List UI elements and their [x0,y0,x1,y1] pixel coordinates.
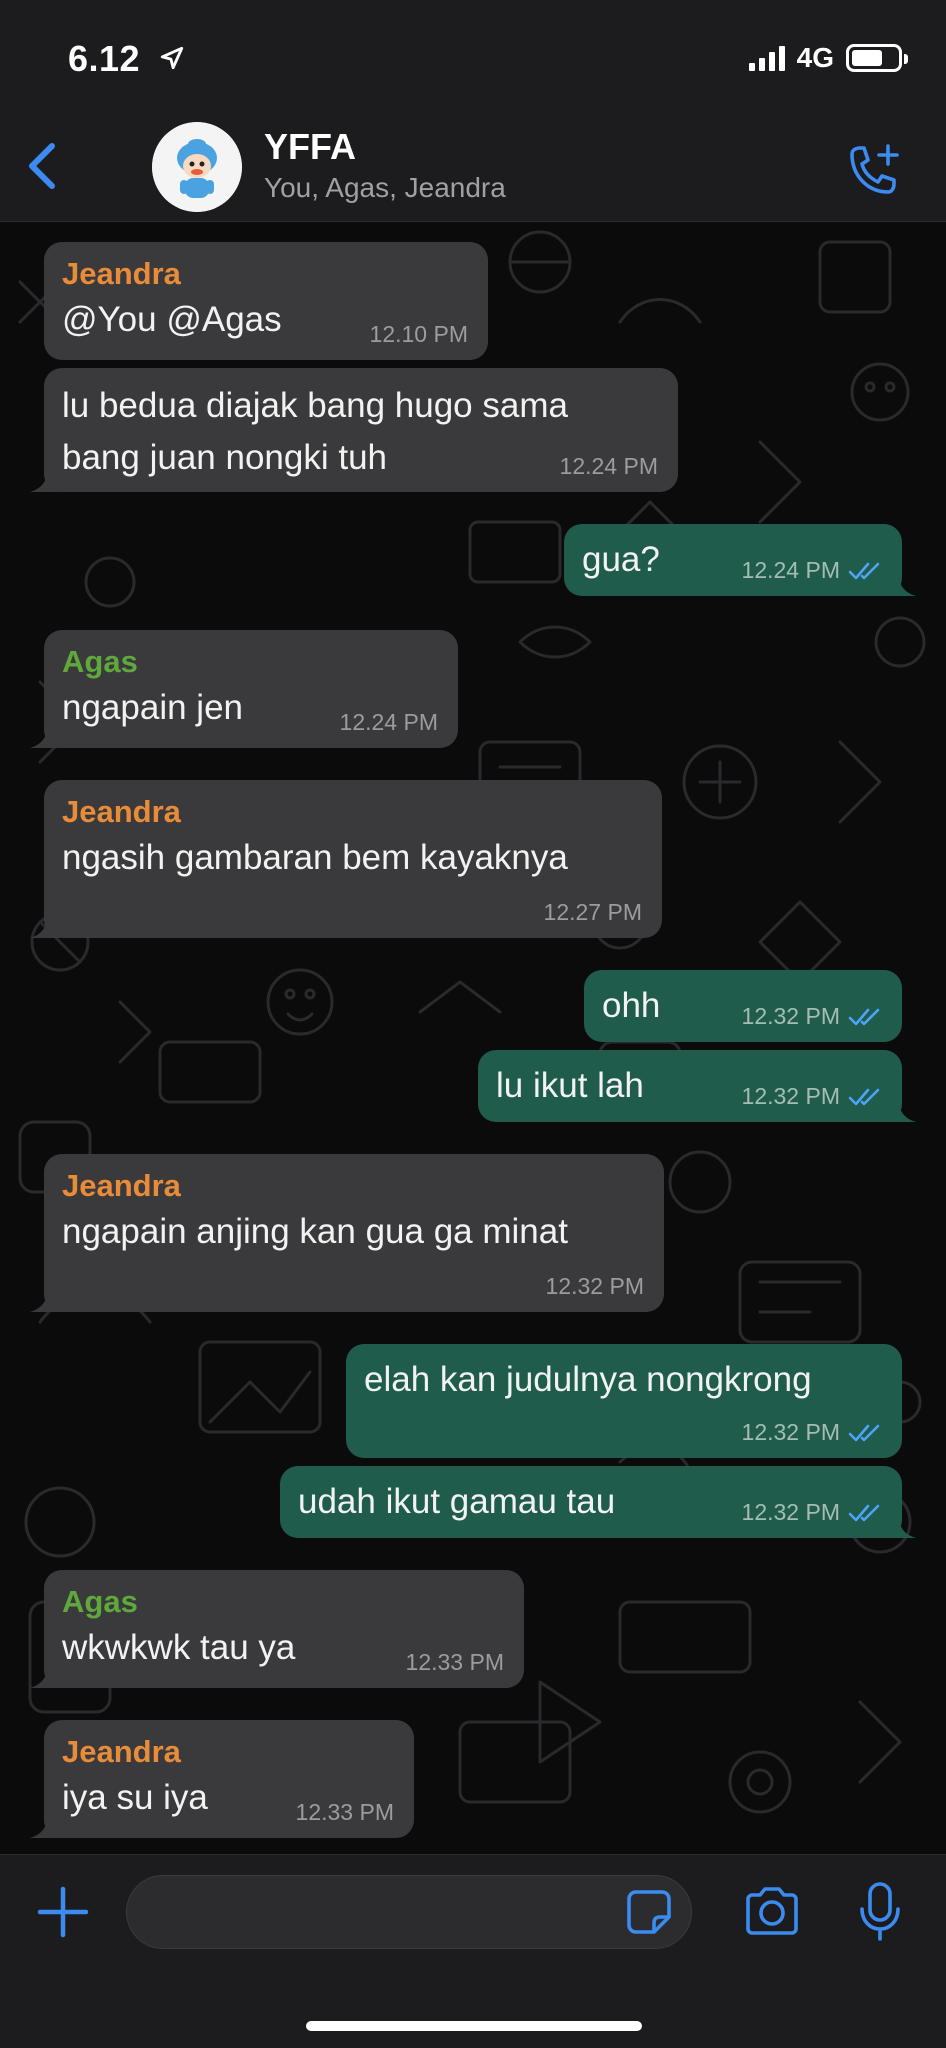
chat-header: YFFA You, Agas, Jeandra [0,110,946,222]
message-meta: 12.32 PM [546,1273,644,1300]
message-incoming[interactable]: Jeandra @You @Agas 12.10 PM [44,242,488,360]
message-time: 12.33 PM [295,1799,394,1825]
message-time: 12.24 PM [559,453,658,479]
message-time: 12.32 PM [741,1499,840,1525]
status-time: 6.12 [68,38,185,80]
message-time: 12.27 PM [543,899,642,925]
message-meta: 12.24 PM [340,709,438,736]
message-time: 12.24 PM [339,709,438,735]
microphone-icon[interactable] [858,1881,902,1943]
message-meta: 12.24 PM [560,453,658,480]
bubble-tail [30,722,60,748]
message-incoming[interactable]: Agas ngapain jen 12.24 PM [30,630,458,748]
message-sender: Agas [62,644,138,679]
avatar-image [152,122,242,212]
message-sender: Jeandra [62,256,181,291]
bubble-tail [30,912,60,938]
message-text: ngasih gambaran bem kayaknya [62,838,568,877]
message-sender: Jeandra [62,794,181,829]
message-time: 12.10 PM [369,321,468,347]
message-sender: Agas [62,1584,138,1619]
message-meta: 12.32 PM [742,1419,882,1446]
group-avatar[interactable] [152,122,242,212]
message-outgoing[interactable]: udah ikut gamau tau 12.32 PM [280,1466,916,1538]
status-bar: 6.12 4G [0,0,946,120]
message-text-line-1: lu bedua diajak bang hugo sama [62,386,568,425]
message-input[interactable] [126,1875,692,1949]
message-incoming[interactable]: Jeandra ngasih gambaran bem kayaknya 12.… [30,780,662,938]
double-check-icon [848,562,880,579]
bubble-tail [886,570,916,596]
bubble-tail [886,1096,916,1122]
bubble-tail [30,1662,60,1688]
message-sender: Jeandra [62,1168,181,1203]
message-incoming[interactable]: Agas wkwkwk tau ya 12.33 PM [30,1570,524,1688]
message-time: 12.32 PM [741,1419,840,1445]
message-time: 12.33 PM [405,1649,504,1675]
double-check-icon [848,1424,880,1441]
message-incoming[interactable]: Jeandra ngapain anjing kan gua ga minat … [30,1154,664,1312]
battery-icon [846,44,908,72]
network-type: 4G [796,42,834,73]
bubble-tail [30,1812,60,1838]
message-outgoing[interactable]: elah kan judulnya nongkrong 12.32 PM [346,1344,902,1458]
message-time: 12.32 PM [741,1083,840,1109]
bubble-tail [30,1286,60,1312]
chat-area[interactable]: Jeandra @You @Agas 12.10 PM lu bedua dia… [0,222,946,1854]
location-arrow-icon [160,46,183,70]
message-meta: 12.32 PM [742,1499,882,1526]
bubble-tail [886,1512,916,1538]
message-meta: 12.33 PM [406,1649,504,1676]
message-incoming[interactable]: Jeandra iya su iya 12.33 PM [30,1720,414,1838]
message-text: elah kan judulnya nongkrong [364,1360,812,1399]
group-name[interactable]: YFFA [264,126,356,168]
signal-icon [748,45,785,71]
message-meta: 12.10 PM [370,321,468,348]
status-indicators: 4G [748,42,908,74]
message-meta: 12.32 PM [742,1083,882,1110]
add-call-icon[interactable] [842,140,906,200]
message-incoming[interactable]: lu bedua diajak bang hugo sama bang juan… [30,368,678,492]
double-check-icon [848,1088,880,1105]
back-chevron-icon[interactable] [18,138,70,194]
status-time-text: 6.12 [68,38,141,79]
group-members[interactable]: You, Agas, Jeandra [264,172,506,204]
sticker-icon[interactable] [626,1889,672,1935]
message-text: ngapain anjing kan gua ga minat [62,1212,568,1251]
double-check-icon [848,1008,880,1025]
message-meta: 12.33 PM [296,1799,394,1826]
message-time: 12.32 PM [545,1273,644,1299]
home-indicator [306,2021,642,2031]
message-meta: 12.32 PM [742,1003,882,1030]
message-outgoing[interactable]: lu ikut lah 12.32 PM [478,1050,916,1122]
plus-icon[interactable] [36,1885,90,1939]
double-check-icon [848,1504,880,1521]
message-sender: Jeandra [62,1734,181,1769]
message-meta: 12.24 PM [742,557,882,584]
message-outgoing[interactable]: gua? 12.24 PM [564,524,916,596]
camera-icon[interactable] [742,1885,802,1939]
message-meta: 12.27 PM [544,899,642,926]
bubble-tail [30,466,60,492]
message-time: 12.24 PM [741,557,840,583]
message-time: 12.32 PM [741,1003,840,1029]
message-outgoing[interactable]: ohh 12.32 PM [584,970,902,1042]
message-composer [0,1854,946,2048]
